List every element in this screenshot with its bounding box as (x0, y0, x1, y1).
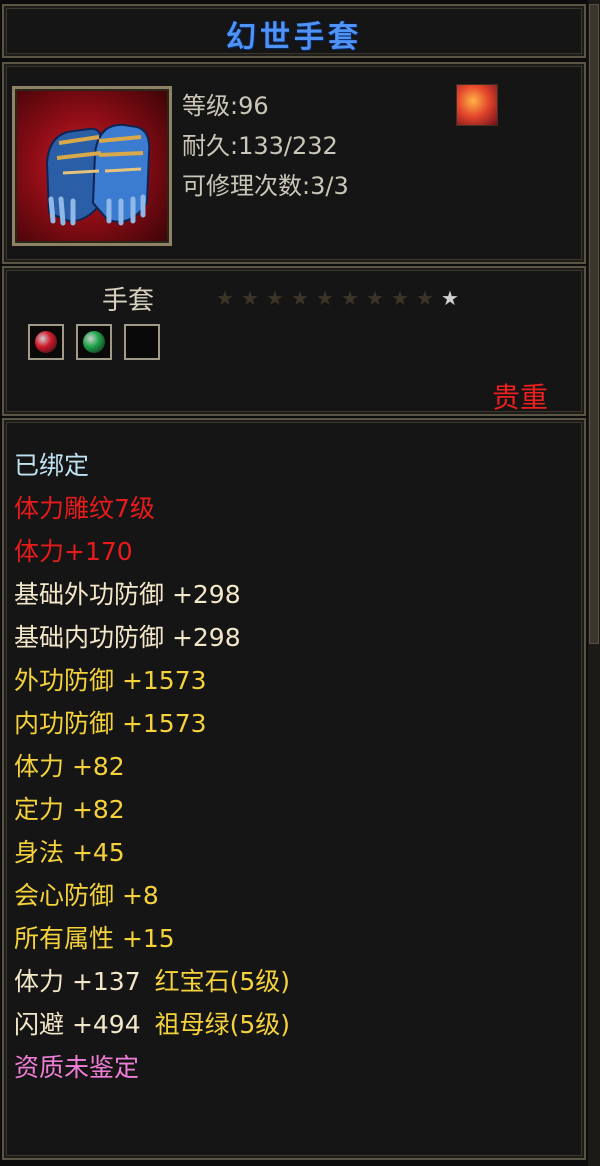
star-dim-icon: ★ (266, 286, 284, 310)
attribute-text: 已绑定 (14, 451, 90, 480)
item-level: 等级:96 (182, 92, 269, 120)
star-dim-icon: ★ (316, 286, 334, 310)
star-dim-icon: ★ (416, 286, 434, 310)
attribute-text: 体力+170 (14, 537, 133, 566)
title-bar: 幻世手套 (2, 4, 586, 58)
attribute-line: 体力 +82 (14, 747, 125, 783)
attribute-line: 外功防御 +1573 (14, 661, 207, 697)
gem-slot-empty[interactable] (124, 324, 160, 360)
attribute-text: 资质未鉴定 (14, 1053, 140, 1082)
attribute-text: 体力雕纹7级 (14, 494, 155, 523)
star-lit-icon: ★ (441, 286, 459, 310)
attribute-line: 已绑定 (14, 446, 89, 482)
star-dim-icon: ★ (341, 286, 359, 310)
attribute-text: 所有属性 +15 (14, 924, 175, 953)
fire-emblem-icon (456, 84, 498, 126)
item-title: 幻世手套 (226, 20, 362, 55)
attribute-text: 会心防御 +8 (14, 881, 159, 910)
attribute-text: 外功防御 +1573 (14, 666, 207, 695)
item-type: 手套 (102, 286, 155, 316)
gem-slot-emerald[interactable] (76, 324, 112, 360)
attribute-line: 会心防御 +8 (14, 876, 159, 912)
attribute-text: 定力 +82 (14, 795, 125, 824)
attribute-line: 定力 +82 (14, 790, 125, 826)
item-type-panel: 手套 ★ ★ ★ ★ ★ ★ ★ ★ ★ ★ 贵重 (2, 266, 586, 416)
gloves-icon (12, 86, 172, 246)
star-dim-icon: ★ (216, 286, 234, 310)
star-dim-icon: ★ (366, 286, 384, 310)
emerald-icon (83, 331, 105, 353)
attribute-line: 体力+170 (14, 532, 133, 568)
item-info-panel: 等级:96 耐久:133/232 可修理次数:3/3 (2, 62, 586, 264)
attribute-text: 体力 +82 (14, 752, 125, 781)
attribute-text: 闪避 +494 (14, 1010, 141, 1039)
attribute-line: 体力 +137 红宝石(5级) (14, 962, 290, 998)
attribute-line: 所有属性 +15 (14, 919, 175, 955)
attribute-line: 基础内功防御 +298 (14, 618, 241, 654)
attribute-gem-source: 红宝石(5级) (154, 967, 291, 996)
attribute-text: 身法 +45 (14, 838, 125, 867)
item-rarity: 贵重 (491, 381, 548, 414)
attribute-text: 基础外功防御 +298 (14, 580, 241, 609)
item-repair-count: 可修理次数:3/3 (182, 172, 349, 200)
attribute-gem-source: 祖母绿(5级) (154, 1010, 291, 1039)
gem-slot-ruby[interactable] (28, 324, 64, 360)
attribute-line: 体力雕纹7级 (14, 489, 155, 525)
attribute-line: 资质未鉴定 (14, 1048, 139, 1084)
scrollbar-thumb[interactable] (589, 4, 599, 644)
attribute-text: 内功防御 +1573 (14, 709, 207, 738)
scrollbar[interactable] (588, 0, 600, 1166)
ruby-icon (35, 331, 57, 353)
attribute-text: 基础内功防御 +298 (14, 623, 241, 652)
star-dim-icon: ★ (291, 286, 309, 310)
star-dim-icon: ★ (391, 286, 409, 310)
attribute-text: 体力 +137 (14, 967, 141, 996)
attribute-line: 基础外功防御 +298 (14, 575, 241, 611)
item-durability: 耐久:133/232 (182, 132, 338, 160)
attribute-line: 闪避 +494 祖母绿(5级) (14, 1005, 290, 1041)
star-dim-icon: ★ (241, 286, 259, 310)
attribute-line: 内功防御 +1573 (14, 704, 207, 740)
attribute-line: 身法 +45 (14, 833, 125, 869)
attributes-panel: 已绑定体力雕纹7级 体力+170 基础外功防御 +298 基础内功防御 +298 外功防… (2, 418, 586, 1160)
